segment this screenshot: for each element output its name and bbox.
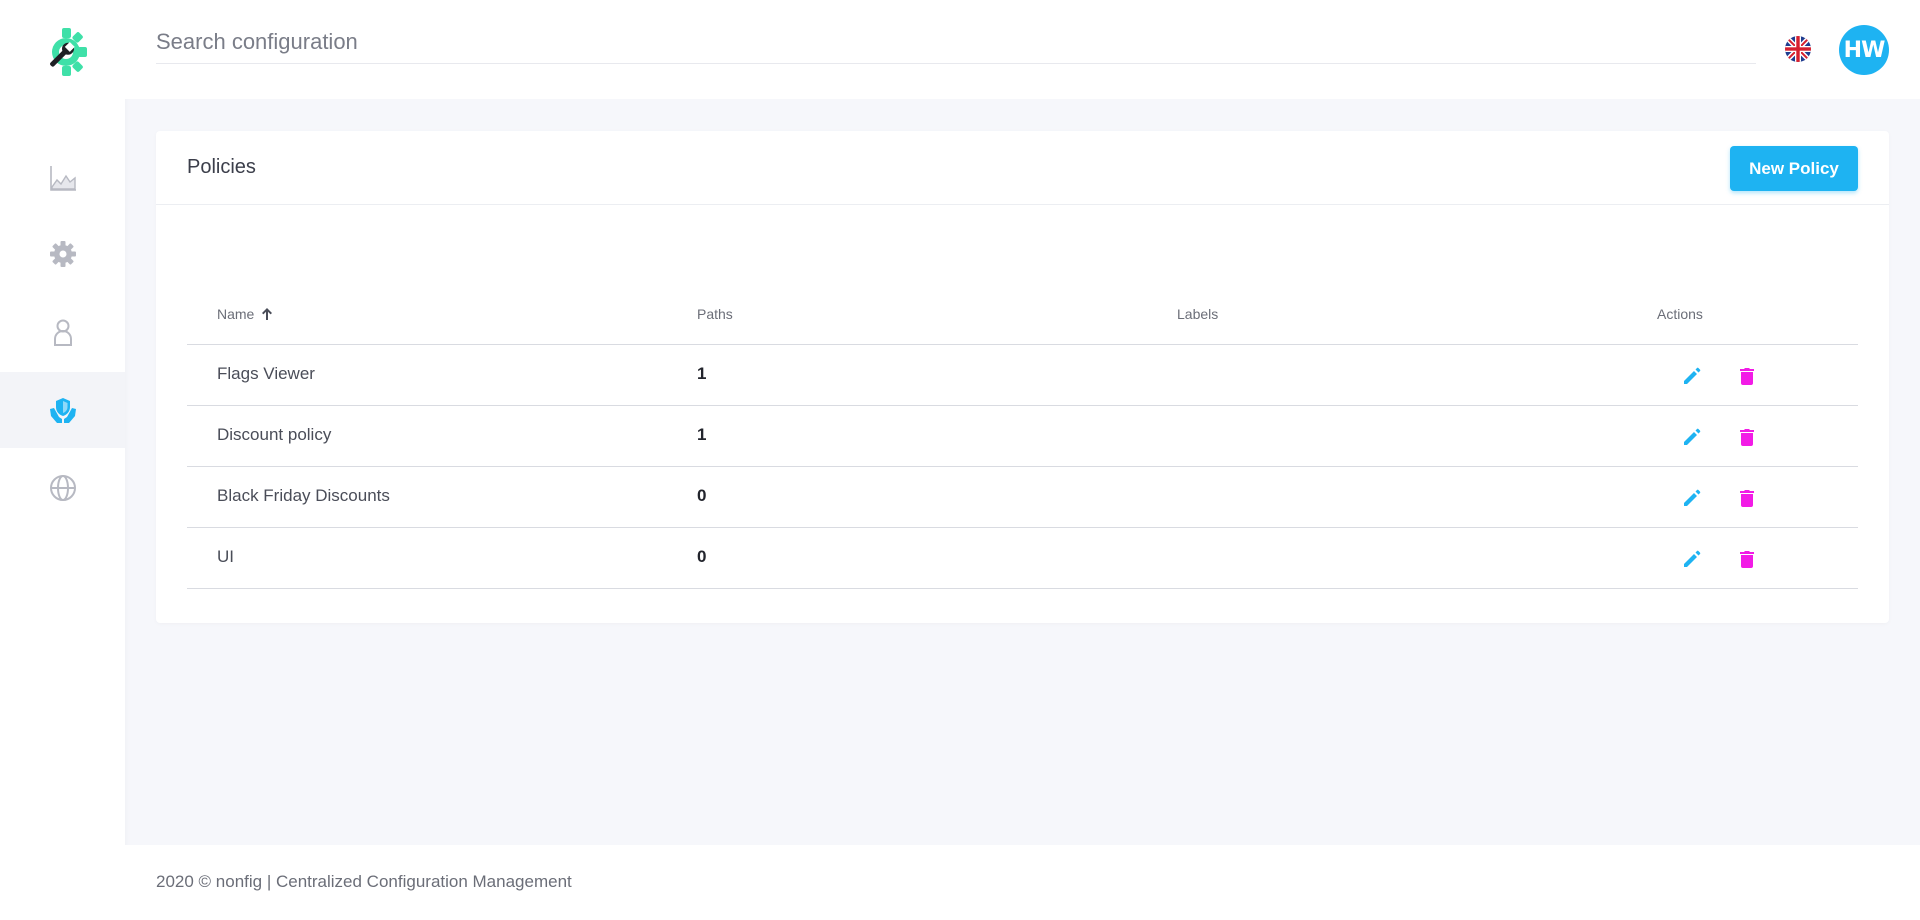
delete-icon[interactable] <box>1736 487 1758 509</box>
nav-policies[interactable] <box>0 372 125 448</box>
user-avatar[interactable]: HW <box>1839 25 1889 75</box>
top-bar: HW <box>125 0 1920 99</box>
page-title: Policies <box>187 156 256 178</box>
column-header-actions: Actions <box>1657 306 1703 322</box>
nav-users[interactable] <box>0 294 125 370</box>
edit-icon[interactable] <box>1681 548 1703 570</box>
card-header: Policies New Policy <box>156 131 1889 205</box>
delete-icon[interactable] <box>1736 548 1758 570</box>
policy-paths: 1 <box>697 364 707 383</box>
edit-icon[interactable] <box>1681 365 1703 387</box>
nav-metrics[interactable] <box>0 140 125 216</box>
policy-paths: 0 <box>697 547 707 566</box>
edit-icon[interactable] <box>1681 487 1703 509</box>
policies-table: Name Paths Labels Actions Flags Viewer 1… <box>187 286 1858 589</box>
search-input[interactable] <box>156 20 1756 64</box>
column-header-labels: Labels <box>1177 306 1219 322</box>
footer-text: 2020 © nonfig | Centralized Configuratio… <box>156 872 572 891</box>
policy-paths: 1 <box>697 425 707 444</box>
nav-settings[interactable] <box>0 216 125 292</box>
new-policy-button[interactable]: New Policy <box>1730 146 1858 191</box>
column-header-name[interactable]: Name <box>217 306 274 322</box>
user-icon <box>53 319 72 346</box>
language-flag-icon[interactable] <box>1785 36 1811 62</box>
shield-hands-icon <box>49 398 76 423</box>
edit-icon[interactable] <box>1681 426 1703 448</box>
footer: 2020 © nonfig | Centralized Configuratio… <box>125 845 1920 920</box>
line-chart-icon <box>49 166 76 191</box>
column-header-paths: Paths <box>697 306 733 322</box>
policy-paths: 0 <box>697 486 707 505</box>
delete-icon[interactable] <box>1736 426 1758 448</box>
table-row: Flags Viewer 1 <box>187 345 1858 406</box>
policy-name: Discount policy <box>217 425 332 444</box>
arrow-up-icon <box>262 308 273 320</box>
policy-name: UI <box>217 547 234 566</box>
policies-card: Policies New Policy Name Paths Labels Ac… <box>156 131 1889 623</box>
globe-icon <box>49 475 76 501</box>
gear-icon <box>49 241 76 267</box>
delete-icon[interactable] <box>1736 365 1758 387</box>
sidebar <box>0 0 125 920</box>
column-header-name-label: Name <box>217 306 255 322</box>
policy-name: Black Friday Discounts <box>217 486 390 505</box>
policy-name: Flags Viewer <box>217 364 315 383</box>
table-row: Discount policy 1 <box>187 406 1858 467</box>
nav-environments[interactable] <box>0 450 125 526</box>
table-row: Black Friday Discounts 0 <box>187 467 1858 528</box>
table-header: Name Paths Labels Actions <box>187 286 1858 345</box>
table-row: UI 0 <box>187 528 1858 589</box>
app-logo[interactable] <box>40 24 88 78</box>
